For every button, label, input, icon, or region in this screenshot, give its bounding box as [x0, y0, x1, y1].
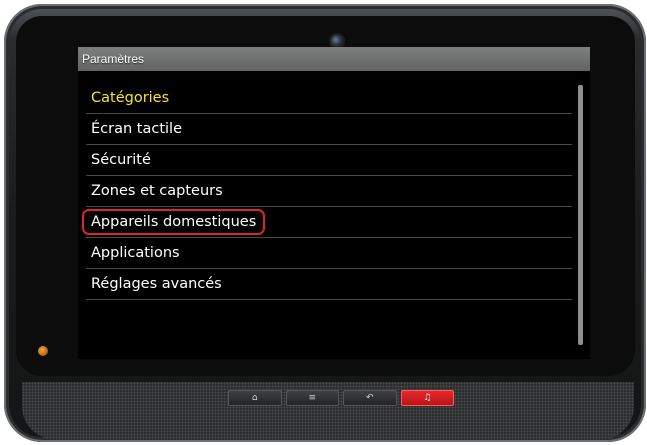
list-item-zones-sensors[interactable]: Zones et capteurs	[86, 176, 572, 207]
list-item-home-devices[interactable]: Appareils domestiques	[82, 207, 572, 238]
status-led	[38, 346, 48, 356]
hardware-nav-bar: ⌂ ≡ ↶ ♫	[228, 390, 454, 406]
list-header-categories: Catégories	[86, 83, 572, 114]
settings-list: Catégories Écran tactile Sécurité Zones …	[82, 83, 572, 300]
list-item-applications[interactable]: Applications	[86, 238, 572, 269]
home-icon: ⌂	[251, 392, 258, 403]
back-icon: ↶	[365, 392, 374, 403]
scrollbar[interactable]	[578, 85, 583, 345]
menu-icon: ≡	[308, 392, 317, 403]
list-item-advanced-settings[interactable]: Réglages avancés	[86, 269, 572, 300]
menu-button[interactable]: ≡	[285, 390, 339, 406]
list-item-touchscreen[interactable]: Écran tactile	[86, 114, 572, 145]
camera-icon	[331, 35, 343, 47]
alarm-button[interactable]: ♫	[400, 390, 454, 406]
display-screen: Paramètres Catégories Écran tactile Sécu…	[78, 47, 590, 359]
back-button[interactable]: ↶	[343, 390, 397, 406]
alarm-icon: ♫	[423, 392, 432, 403]
home-button[interactable]: ⌂	[228, 390, 282, 406]
window-title: Paramètres	[78, 47, 590, 71]
list-item-security[interactable]: Sécurité	[86, 145, 572, 176]
